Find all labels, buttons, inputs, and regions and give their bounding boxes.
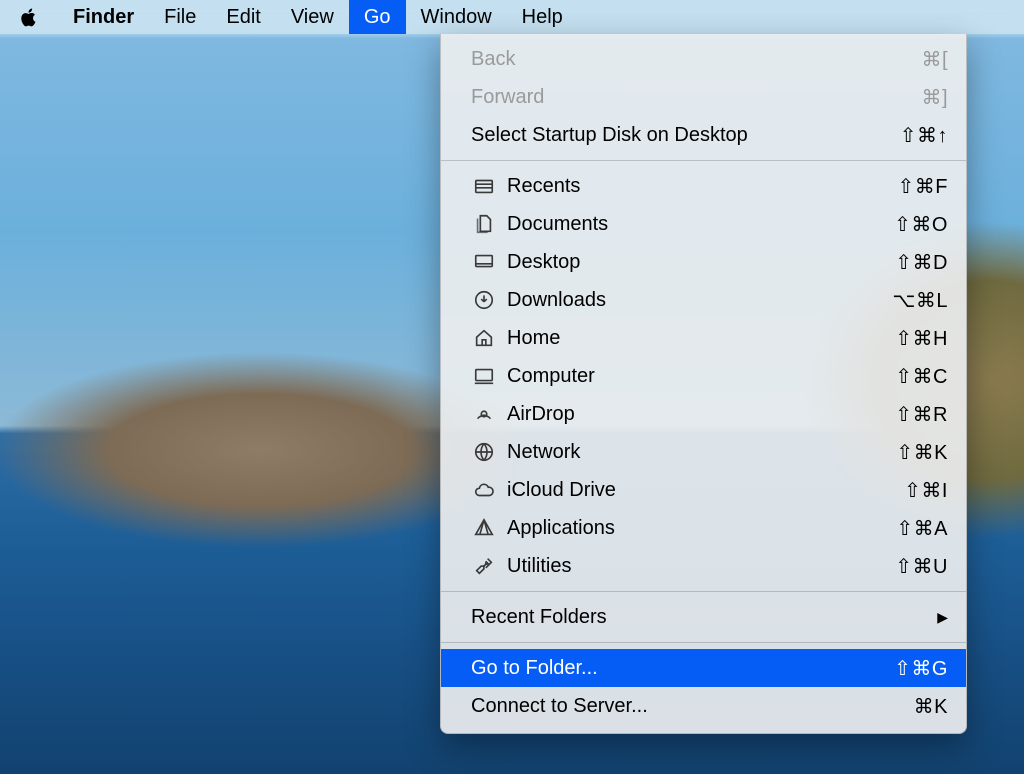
menu-item-network[interactable]: Network ⇧⌘K bbox=[441, 433, 966, 471]
home-icon bbox=[471, 325, 497, 351]
menu-item-icloud[interactable]: iCloud Drive ⇧⌘I bbox=[441, 471, 966, 509]
menu-item-label: iCloud Drive bbox=[507, 479, 616, 502]
menu-item-shortcut: ⇧⌘H bbox=[895, 326, 948, 351]
menu-item-shortcut: ⇧⌘O bbox=[894, 212, 948, 237]
menu-item-shortcut: ⇧⌘A bbox=[896, 516, 948, 541]
utilities-icon bbox=[471, 553, 497, 579]
menu-item-shortcut: ⇧⌘C bbox=[895, 364, 948, 389]
menu-item-shortcut: ⇧⌘U bbox=[895, 554, 948, 579]
menu-item-shortcut: ⌘] bbox=[921, 85, 948, 110]
menu-item-downloads[interactable]: Downloads ⌥⌘L bbox=[441, 281, 966, 319]
menubar-go[interactable]: Go bbox=[349, 0, 406, 34]
menubar-window[interactable]: Window bbox=[406, 0, 507, 34]
menu-item-shortcut: ⌘K bbox=[914, 694, 948, 719]
menu-item-label: Connect to Server... bbox=[471, 695, 648, 718]
menu-item-label: Utilities bbox=[507, 555, 571, 578]
menubar: Finder File Edit View Go Window Help bbox=[0, 0, 1024, 34]
menu-item-label: Select Startup Disk on Desktop bbox=[471, 124, 748, 147]
menu-item-label: Recents bbox=[507, 175, 580, 198]
menu-item-shortcut: ⇧⌘D bbox=[895, 250, 948, 275]
menu-item-shortcut: ⌥⌘L bbox=[892, 288, 948, 313]
menu-item-documents[interactable]: Documents ⇧⌘O bbox=[441, 205, 966, 243]
downloads-icon bbox=[471, 287, 497, 313]
menu-item-label: Network bbox=[507, 441, 580, 464]
menu-item-shortcut: ⇧⌘G bbox=[894, 656, 948, 681]
menubar-app-name[interactable]: Finder bbox=[58, 0, 149, 34]
menu-item-label: Applications bbox=[507, 517, 615, 540]
menu-item-back: Back ⌘[ bbox=[441, 40, 966, 78]
menu-item-label: Downloads bbox=[507, 289, 606, 312]
network-icon bbox=[471, 439, 497, 465]
menu-item-home[interactable]: Home ⇧⌘H bbox=[441, 319, 966, 357]
desktop-icon bbox=[471, 249, 497, 275]
menu-item-go-to-folder[interactable]: Go to Folder... ⇧⌘G bbox=[441, 649, 966, 687]
icloud-icon bbox=[471, 477, 497, 503]
menu-item-desktop[interactable]: Desktop ⇧⌘D bbox=[441, 243, 966, 281]
menu-item-shortcut: ⇧⌘K bbox=[896, 440, 948, 465]
menu-item-connect-to-server[interactable]: Connect to Server... ⌘K bbox=[441, 687, 966, 725]
menu-item-shortcut: ⌘[ bbox=[921, 47, 948, 72]
computer-icon bbox=[471, 363, 497, 389]
menu-item-shortcut: ⇧⌘R bbox=[895, 402, 948, 427]
menu-item-shortcut: ⇧⌘I bbox=[904, 478, 948, 503]
menu-item-label: Recent Folders bbox=[471, 606, 607, 629]
menu-item-shortcut: ⇧⌘↑ bbox=[900, 123, 948, 148]
menu-item-shortcut: ⇧⌘F bbox=[898, 174, 948, 199]
menu-item-label: Back bbox=[471, 48, 515, 71]
menubar-help[interactable]: Help bbox=[507, 0, 578, 34]
menu-item-recents[interactable]: Recents ⇧⌘F bbox=[441, 167, 966, 205]
menubar-edit[interactable]: Edit bbox=[211, 0, 275, 34]
menu-item-label: Go to Folder... bbox=[471, 657, 598, 680]
menu-item-forward: Forward ⌘] bbox=[441, 78, 966, 116]
submenu-arrow-icon: ▶ bbox=[937, 609, 948, 626]
menu-separator bbox=[441, 591, 966, 592]
applications-icon bbox=[471, 515, 497, 541]
apple-menu-icon[interactable] bbox=[18, 6, 40, 28]
documents-icon bbox=[471, 211, 497, 237]
menu-item-label: Computer bbox=[507, 365, 595, 388]
airdrop-icon bbox=[471, 401, 497, 427]
menu-item-label: AirDrop bbox=[507, 403, 575, 426]
menu-item-startup-disk[interactable]: Select Startup Disk on Desktop ⇧⌘↑ bbox=[441, 116, 966, 154]
menu-item-label: Forward bbox=[471, 86, 544, 109]
menu-separator bbox=[441, 160, 966, 161]
menubar-file[interactable]: File bbox=[149, 0, 211, 34]
menu-item-label: Desktop bbox=[507, 251, 580, 274]
menu-item-computer[interactable]: Computer ⇧⌘C bbox=[441, 357, 966, 395]
menubar-view[interactable]: View bbox=[276, 0, 349, 34]
go-menu-dropdown: Back ⌘[ Forward ⌘] Select Startup Disk o… bbox=[440, 34, 967, 734]
menu-item-recent-folders[interactable]: Recent Folders ▶ bbox=[441, 598, 966, 636]
menu-separator bbox=[441, 642, 966, 643]
menu-item-airdrop[interactable]: AirDrop ⇧⌘R bbox=[441, 395, 966, 433]
menu-item-utilities[interactable]: Utilities ⇧⌘U bbox=[441, 547, 966, 585]
menu-item-applications[interactable]: Applications ⇧⌘A bbox=[441, 509, 966, 547]
recents-icon bbox=[471, 173, 497, 199]
menu-item-label: Home bbox=[507, 327, 560, 350]
menu-item-label: Documents bbox=[507, 213, 608, 236]
